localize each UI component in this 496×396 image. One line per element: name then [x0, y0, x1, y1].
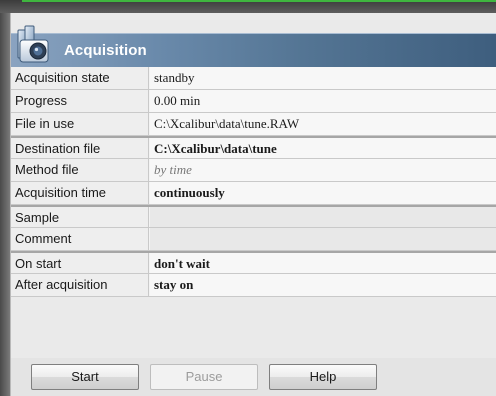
row-label: After acquisition [11, 274, 149, 296]
acquisition-camera-icon [14, 24, 54, 66]
row-label: Method file [11, 159, 149, 181]
sample-field[interactable] [150, 207, 496, 227]
pause-button[interactable]: Pause [150, 364, 258, 390]
row-label: Progress [11, 90, 149, 112]
panel-title: Acquisition [64, 42, 147, 59]
row-label: File in use [11, 113, 149, 135]
property-grid: Acquisition state standby Progress 0.00 … [11, 67, 496, 297]
start-button[interactable]: Start [31, 364, 139, 390]
row-progress: Progress 0.00 min [11, 90, 496, 113]
left-border [0, 13, 10, 396]
panel-header: Acquisition [11, 25, 496, 68]
row-label: Destination file [11, 138, 149, 158]
row-label: Acquisition time [11, 182, 149, 204]
row-acquisition-time[interactable]: Acquisition time continuously [11, 182, 496, 205]
row-value: C:\Xcalibur\data\tune.RAW [150, 113, 496, 135]
row-comment[interactable]: Comment [11, 228, 496, 251]
top-bar [0, 0, 496, 13]
row-after-acquisition[interactable]: After acquisition stay on [11, 274, 496, 297]
button-bar: Start Pause Help [11, 358, 496, 396]
row-on-start[interactable]: On start don't wait [11, 251, 496, 274]
row-label: Acquisition state [11, 67, 149, 89]
acquisition-window: Acquisition Acquisition state standby Pr… [0, 0, 496, 396]
row-label: Sample [11, 207, 149, 227]
row-file-in-use: File in use C:\Xcalibur\data\tune.RAW [11, 113, 496, 136]
row-label: Comment [11, 228, 149, 250]
row-label: On start [11, 253, 149, 273]
help-button[interactable]: Help [269, 364, 377, 390]
row-acquisition-state: Acquisition state standby [11, 67, 496, 90]
comment-field[interactable] [150, 228, 496, 250]
acquisition-time-field[interactable]: continuously [150, 182, 496, 204]
row-value: 0.00 min [150, 90, 496, 112]
row-method-file[interactable]: Method file by time [11, 159, 496, 182]
row-value: standby [150, 67, 496, 89]
after-acquisition-field[interactable]: stay on [150, 274, 496, 296]
acquisition-panel: Acquisition Acquisition state standby Pr… [10, 13, 496, 396]
row-sample[interactable]: Sample [11, 205, 496, 228]
destination-file-field[interactable]: C:\Xcalibur\data\tune [150, 138, 496, 158]
row-destination-file[interactable]: Destination file C:\Xcalibur\data\tune [11, 136, 496, 159]
on-start-field[interactable]: don't wait [150, 253, 496, 273]
method-file-field[interactable]: by time [150, 159, 496, 181]
accent-line [22, 0, 496, 2]
